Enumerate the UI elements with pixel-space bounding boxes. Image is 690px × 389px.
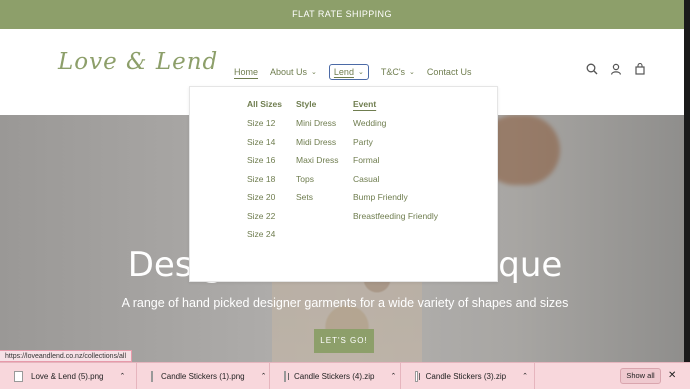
download-name: Candle Stickers (3).zip: [425, 371, 507, 381]
account-icon[interactable]: [610, 63, 622, 75]
menu-heading-all-sizes[interactable]: All Sizes: [247, 99, 282, 109]
chevron-up-icon[interactable]: ⌃: [522, 372, 528, 380]
download-name: Candle Stickers (1).png: [161, 371, 245, 381]
download-item[interactable]: Candle Stickers (3).zip ⌃: [401, 362, 535, 389]
download-name: Candle Stickers (4).zip: [294, 371, 375, 381]
nav-tcs[interactable]: T&C's ⌄: [381, 67, 415, 77]
menu-item-size[interactable]: Size 18: [247, 174, 282, 193]
menu-item-event[interactable]: Party: [353, 137, 438, 156]
menu-item-size[interactable]: Size 20: [247, 192, 282, 211]
close-icon[interactable]: ✕: [668, 368, 676, 384]
search-icon[interactable]: [586, 63, 598, 75]
menu-item-style[interactable]: Maxi Dress: [296, 155, 339, 174]
menu-column-event: Event Wedding Party Formal Casual Bump F…: [353, 99, 438, 229]
download-item[interactable]: Love & Lend (5).png ⌃: [0, 362, 137, 389]
chevron-down-icon: ⌄: [409, 69, 415, 76]
status-url: https://loveandlend.co.nz/collections/al…: [0, 350, 133, 362]
download-item[interactable]: Candle Stickers (1).png ⌃: [137, 362, 270, 389]
image-file-icon: [14, 370, 23, 382]
zip-file-icon: [415, 370, 420, 382]
lend-mega-menu: All Sizes Size 12 Size 14 Size 16 Size 1…: [189, 86, 498, 282]
nav-lend[interactable]: Lend ⌄: [328, 64, 369, 80]
menu-item-style[interactable]: Midi Dress: [296, 137, 339, 156]
header-icons: [586, 63, 646, 75]
menu-item-size[interactable]: Size 14: [247, 137, 282, 156]
downloads-bar: Love & Lend (5).png ⌃ Candle Stickers (1…: [0, 362, 690, 389]
chevron-up-icon[interactable]: ⌃: [390, 372, 396, 380]
cart-icon[interactable]: [634, 63, 646, 75]
nav-contact[interactable]: Contact Us: [427, 67, 472, 77]
adjacent-window-edge: [684, 0, 690, 362]
menu-heading-style[interactable]: Style: [296, 99, 339, 109]
nav-home[interactable]: Home: [234, 67, 258, 77]
download-name: Love & Lend (5).png: [31, 371, 104, 381]
show-all-button[interactable]: Show all: [620, 368, 661, 384]
hero-subtitle: A range of hand picked designer garments…: [121, 296, 569, 310]
menu-item-size[interactable]: Size 16: [247, 155, 282, 174]
menu-item-size[interactable]: Size 22: [247, 211, 282, 230]
menu-item-style[interactable]: Tops: [296, 174, 339, 193]
menu-item-style[interactable]: Sets: [296, 192, 339, 211]
download-item[interactable]: Candle Stickers (4).zip ⌃: [270, 362, 401, 389]
menu-item-event[interactable]: Bump Friendly: [353, 192, 438, 211]
chevron-up-icon[interactable]: ⌃: [120, 372, 126, 380]
page: FLAT RATE SHIPPING Love & Lend Home Abou…: [0, 0, 690, 389]
chevron-down-icon: ⌄: [357, 69, 364, 76]
menu-item-event[interactable]: Breastfeeding Friendly: [353, 211, 438, 230]
nav-about-label: About Us: [270, 67, 308, 77]
menu-item-size[interactable]: Size 12: [247, 118, 282, 137]
zip-file-icon: [284, 370, 289, 382]
lets-go-button[interactable]: LET'S GO!: [314, 329, 374, 353]
announcement-bar: FLAT RATE SHIPPING: [0, 0, 684, 29]
menu-item-event[interactable]: Casual: [353, 174, 438, 193]
nav-tcs-label: T&C's: [380, 67, 406, 77]
menu-heading-event[interactable]: Event: [353, 99, 438, 109]
chevron-down-icon: ⌄: [311, 69, 317, 76]
menu-item-style[interactable]: Mini Dress: [296, 118, 339, 137]
chevron-up-icon[interactable]: ⌃: [261, 372, 267, 380]
nav-lend-label: Lend: [333, 67, 354, 77]
menu-item-event[interactable]: Formal: [353, 155, 438, 174]
menu-item-size[interactable]: Size 24: [247, 229, 282, 248]
menu-column-style: Style Mini Dress Midi Dress Maxi Dress T…: [296, 99, 339, 211]
main-nav: Home About Us ⌄ Lend ⌄ T&C's ⌄ Contact U…: [228, 63, 477, 81]
menu-column-sizes: All Sizes Size 12 Size 14 Size 16 Size 1…: [247, 99, 282, 248]
nav-about[interactable]: About Us ⌄: [270, 67, 317, 77]
menu-item-event[interactable]: Wedding: [353, 118, 438, 137]
image-file-icon: [151, 370, 153, 382]
logo[interactable]: Love & Lend: [58, 49, 218, 75]
